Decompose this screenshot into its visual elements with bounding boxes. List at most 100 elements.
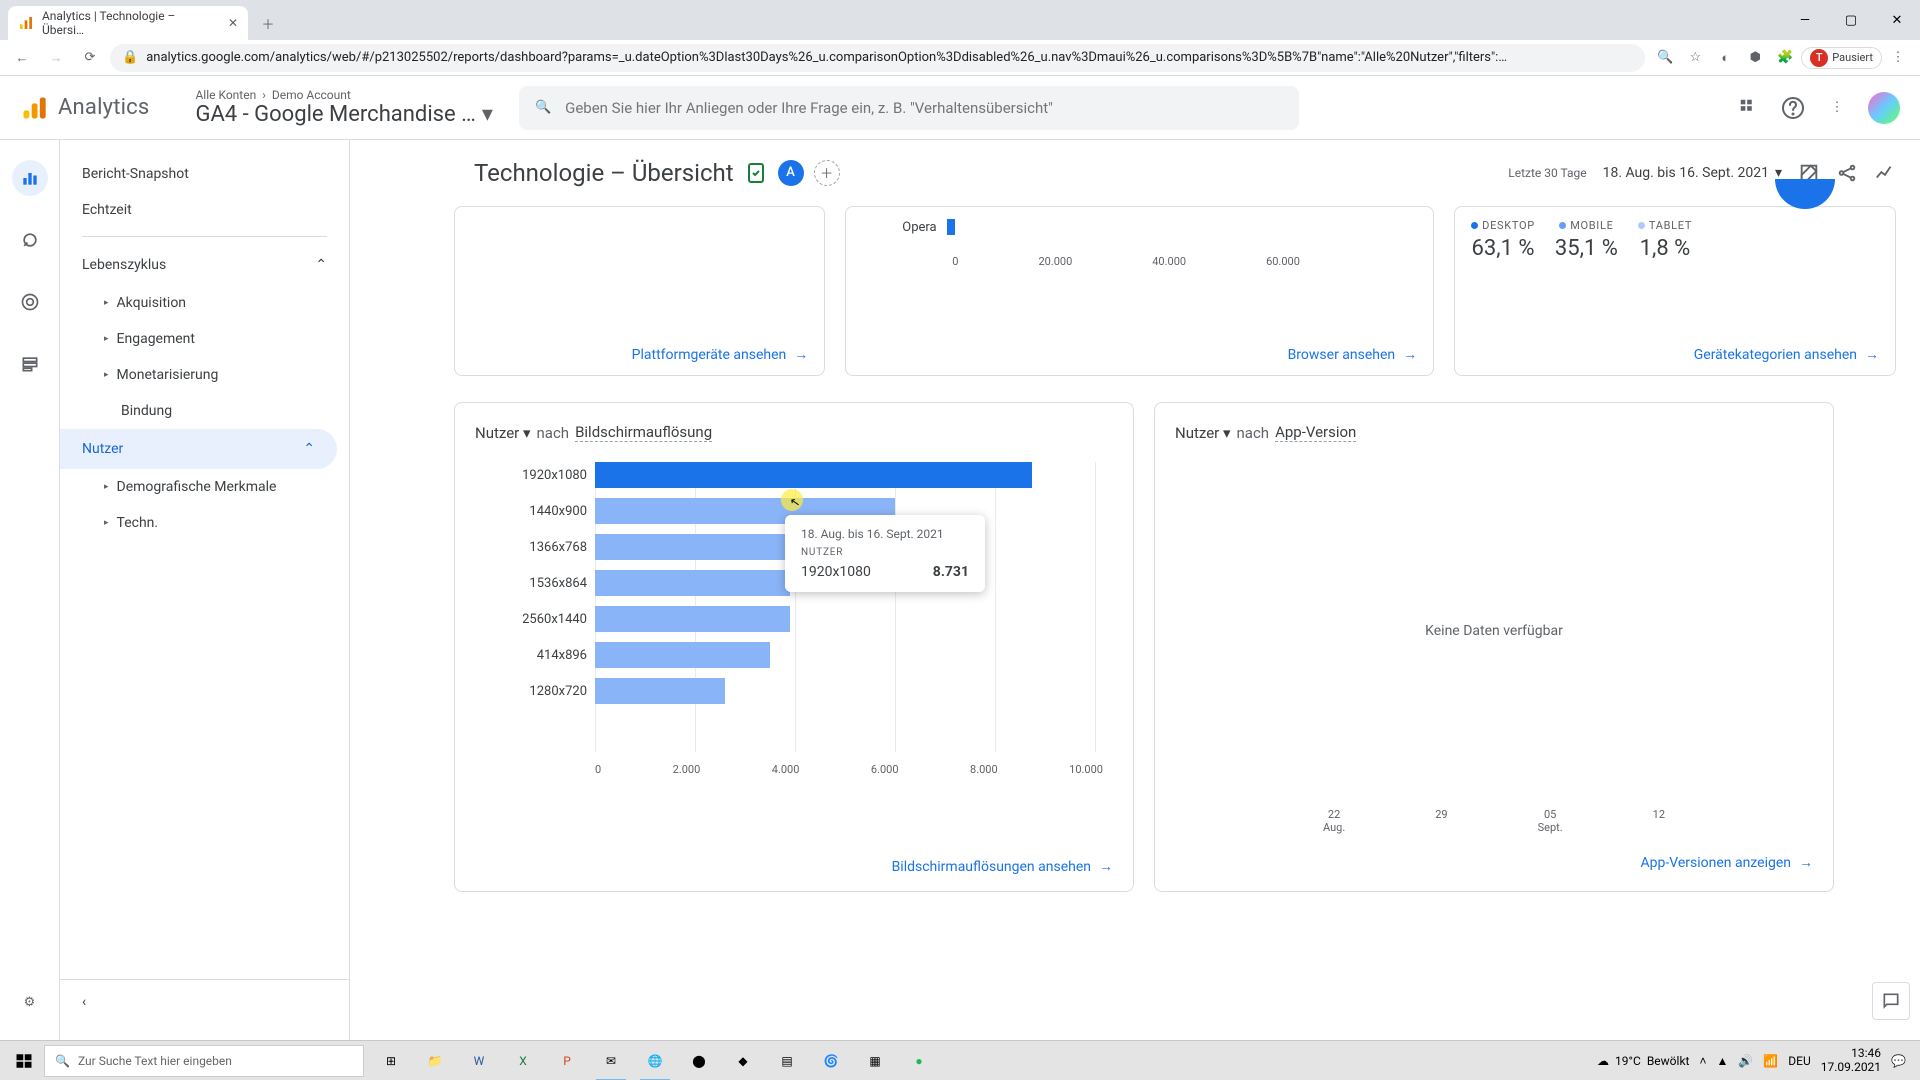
nav-lifecycle[interactable]: Lebenszyklus⌃: [60, 245, 349, 285]
volume-icon[interactable]: 🔊: [1738, 1054, 1753, 1068]
verified-icon: [744, 161, 768, 185]
tray-chevron-icon[interactable]: ˄: [1699, 1054, 1706, 1068]
app-version-card: Nutzer ▾ nach App-Version Keine Daten ve…: [1154, 402, 1834, 892]
segment-chip-all[interactable]: A: [778, 160, 804, 186]
device-card: DESKTOP63,1 %MOBILE35,1 %TABLET1,8 % Ger…: [1454, 206, 1896, 376]
star-icon[interactable]: ☆: [1681, 44, 1709, 72]
chevron-up-icon: ⌃: [315, 257, 327, 273]
reload-button[interactable]: ⟳: [76, 44, 104, 72]
edge-icon[interactable]: 🌀: [810, 1041, 852, 1080]
extension-icon[interactable]: ◐: [1711, 44, 1739, 72]
apps-grid-icon[interactable]: [1736, 95, 1762, 121]
search-bar[interactable]: 🔍: [519, 86, 1299, 130]
metric-dropdown[interactable]: Nutzer ▾: [475, 424, 531, 442]
spotify-icon[interactable]: ●: [898, 1041, 940, 1080]
mail-icon[interactable]: ✉: [590, 1041, 632, 1080]
excel-icon[interactable]: X: [502, 1041, 544, 1080]
collapse-nav-button[interactable]: ‹: [60, 979, 349, 1024]
device-view-link[interactable]: Gerätekategorien ansehen →: [1471, 346, 1879, 363]
feedback-button[interactable]: [1872, 982, 1910, 1020]
nav-monetization[interactable]: ▸Monetarisierung: [60, 357, 349, 393]
dimension-link[interactable]: App-Version: [1275, 423, 1356, 442]
clock-time[interactable]: 13:46: [1821, 1047, 1881, 1060]
word-icon[interactable]: W: [458, 1041, 500, 1080]
nav-tech[interactable]: ▸Techn.: [60, 505, 349, 541]
window-maximize-button[interactable]: ▢: [1828, 0, 1874, 40]
bar-row[interactable]: 414x896: [595, 642, 770, 668]
search-icon: 🔍: [535, 100, 551, 115]
no-data-message: Keine Daten verfügbar: [1175, 454, 1813, 808]
cursor-highlight: [781, 489, 803, 511]
metric-dropdown[interactable]: Nutzer ▾: [1175, 424, 1231, 442]
browser-tab[interactable]: Analytics | Technologie – Übersi… ✕: [8, 6, 248, 40]
bar-label: 414x896: [537, 648, 587, 663]
kebab-menu-icon[interactable]: ⋮: [1824, 95, 1850, 121]
property-selector[interactable]: GA4 - Google Merchandise …▾: [195, 102, 492, 127]
taskbar-search[interactable]: 🔍 Zur Suche Text hier eingeben: [44, 1045, 364, 1077]
address-bar[interactable]: 🔒 analytics.google.com/analytics/web/#/p…: [110, 44, 1645, 72]
platform-view-link[interactable]: Plattformgeräte ansehen →: [471, 346, 808, 363]
rail-explore-icon[interactable]: [12, 222, 48, 258]
clock-date[interactable]: 17.09.2021: [1821, 1061, 1881, 1074]
nav-demographics[interactable]: ▸Demografische Merkmale: [60, 469, 349, 505]
close-tab-icon[interactable]: ✕: [228, 16, 238, 30]
bar-row[interactable]: 2560x1440: [595, 606, 790, 632]
nav-realtime[interactable]: Echtzeit: [60, 192, 349, 228]
bar-row[interactable]: 1366x768: [595, 534, 800, 560]
app-icon[interactable]: ▦: [854, 1041, 896, 1080]
date-range-picker[interactable]: 18. Aug. bis 16. Sept. 2021▾: [1603, 165, 1782, 181]
add-segment-button[interactable]: ＋: [814, 160, 840, 186]
zoom-icon[interactable]: 🔍: [1651, 44, 1679, 72]
user-avatar[interactable]: [1868, 92, 1900, 124]
share-icon[interactable]: [1836, 162, 1858, 184]
start-button[interactable]: [4, 1041, 44, 1080]
notifications-icon[interactable]: 💬: [1891, 1054, 1906, 1068]
nav-user[interactable]: Nutzer⌃: [60, 429, 337, 469]
app-icon[interactable]: ▤: [766, 1041, 808, 1080]
rail-reports-icon[interactable]: [12, 160, 48, 196]
new-tab-button[interactable]: ＋: [254, 9, 282, 37]
wifi-icon[interactable]: 📶: [1763, 1054, 1778, 1068]
bar-fill: [595, 642, 770, 668]
bar-row[interactable]: 1536x864: [595, 570, 790, 596]
explorer-icon[interactable]: 📁: [414, 1041, 456, 1080]
arrow-right-icon: →: [794, 346, 808, 363]
insights-icon[interactable]: [1874, 162, 1896, 184]
window-minimize-button[interactable]: —: [1782, 0, 1828, 40]
chrome-icon[interactable]: 🌐: [634, 1041, 676, 1080]
app-icon[interactable]: ◆: [722, 1041, 764, 1080]
browser-menu-icon[interactable]: ⋮: [1884, 44, 1912, 72]
nav-engagement[interactable]: ▸Engagement: [60, 321, 349, 357]
extensions-menu-icon[interactable]: 🧩: [1771, 44, 1799, 72]
extension-icon[interactable]: ⬢: [1741, 44, 1769, 72]
task-view-icon[interactable]: ⊞: [370, 1041, 412, 1080]
window-close-button[interactable]: ✕: [1874, 0, 1920, 40]
powerpoint-icon[interactable]: P: [546, 1041, 588, 1080]
breadcrumb[interactable]: Alle Konten›Demo Account: [195, 88, 492, 102]
tray-icon[interactable]: ▲: [1716, 1054, 1728, 1068]
ga-logo[interactable]: Analytics: [20, 94, 149, 122]
obs-icon[interactable]: ⬤: [678, 1041, 720, 1080]
back-button[interactable]: ←: [8, 44, 36, 72]
nav-snapshot[interactable]: Bericht-Snapshot: [60, 156, 349, 192]
device-legend-item: DESKTOP63,1 %: [1471, 219, 1535, 261]
browser-view-link[interactable]: Browser ansehen →: [862, 346, 1417, 363]
app-version-view-link[interactable]: App-Versionen anzeigen →: [1175, 854, 1813, 871]
nav-retention[interactable]: Bindung: [60, 393, 349, 429]
profile-paused-chip[interactable]: TPausiert: [1801, 47, 1882, 69]
language-indicator[interactable]: DEU: [1788, 1054, 1810, 1068]
dimension-link[interactable]: Bildschirmauflösung: [575, 423, 712, 442]
resolution-view-link[interactable]: Bildschirmauflösungen ansehen →: [892, 858, 1113, 875]
bar-label: 1920x1080: [522, 468, 587, 483]
search-input[interactable]: [565, 99, 1283, 117]
rail-admin-icon[interactable]: ⚙: [12, 984, 48, 1020]
weather-widget[interactable]: ☁19°CBewölkt: [1597, 1054, 1689, 1068]
rail-advertising-icon[interactable]: [12, 284, 48, 320]
bar-fill: [595, 462, 1032, 488]
forward-button[interactable]: →: [42, 44, 70, 72]
rail-configure-icon[interactable]: [12, 346, 48, 382]
bar-row[interactable]: 1920x1080: [595, 462, 1032, 488]
bar-row[interactable]: 1280x720: [595, 678, 725, 704]
nav-acquisition[interactable]: ▸Akquisition: [60, 285, 349, 321]
help-icon[interactable]: [1780, 95, 1806, 121]
